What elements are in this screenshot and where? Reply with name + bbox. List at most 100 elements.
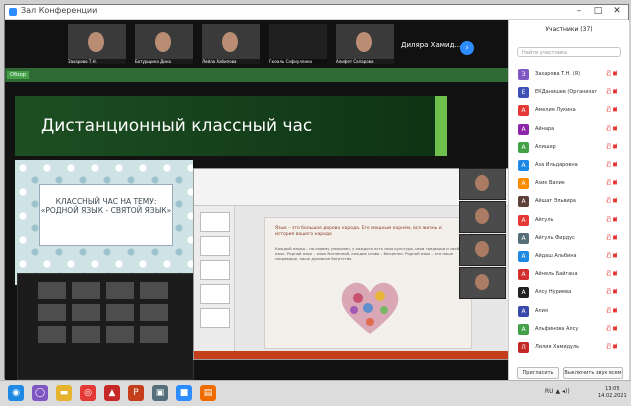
avatar: А xyxy=(518,196,529,208)
avatar: Л xyxy=(518,342,529,353)
topic-card: КЛАССНЫЙ ЧАС НА ТЕМУ: «РОДНОЙ ЯЗЫК - СВЯ… xyxy=(39,184,173,246)
participant-row[interactable]: А Айшат Эльвира 🎙̸ ◼̸ xyxy=(509,193,629,211)
participant-row[interactable]: А Амелия Лукина 🎙̸ ◼̸ xyxy=(509,102,629,120)
participant-row[interactable]: А Айнель Байгана 🎙̸ ◼̸ xyxy=(509,266,629,284)
powerpoint-icon[interactable]: P xyxy=(128,385,144,401)
avatar xyxy=(475,175,489,191)
muted-mic-icon[interactable]: 🎙̸ ◼̸ xyxy=(607,125,618,132)
muted-mic-icon[interactable]: 🎙̸ ◼̸ xyxy=(607,197,618,204)
slide-thumbnail[interactable] xyxy=(200,308,230,328)
muted-mic-icon[interactable]: 🎙̸ ◼̸ xyxy=(607,179,618,186)
video-tile[interactable] xyxy=(459,201,506,233)
system-tray[interactable]: RU ▲ ◂)) xyxy=(545,388,570,395)
participant-search-input[interactable]: Найти участника xyxy=(517,47,621,57)
avatar xyxy=(222,32,238,52)
video-tile[interactable] xyxy=(459,267,506,299)
minimize-icon[interactable]: – xyxy=(570,5,588,18)
side-video-column xyxy=(455,168,508,299)
video-tile[interactable]: Гюзаль Сафиуллина xyxy=(269,24,327,64)
video-tile[interactable]: Лейла Хабипова xyxy=(202,24,260,64)
video-tile[interactable] xyxy=(459,168,506,200)
mini-video-tile xyxy=(140,304,168,321)
view-options-button[interactable]: Обзор xyxy=(7,71,29,79)
slide-thumbnail[interactable] xyxy=(200,284,230,304)
participant-row[interactable]: А Алия 🎙̸ ◼̸ xyxy=(509,303,629,321)
mute-all-button[interactable]: Выключить звук всем xyxy=(563,367,623,379)
video-tile[interactable] xyxy=(459,234,506,266)
avatar: А xyxy=(518,232,529,244)
windows-taskbar: ◉ ◯ ▬ ◎ ▲ P ▣ ■ ▤ RU ▲ ◂)) 13:05 14.02.2021 xyxy=(0,380,631,406)
title-bar: Зал Конференции – □ ✕ xyxy=(5,5,628,20)
muted-mic-icon[interactable]: 🎙̸ ◼̸ xyxy=(607,325,618,332)
participant-row[interactable]: А Азик Валик 🎙̸ ◼̸ xyxy=(509,175,629,193)
browser-icon[interactable]: ◯ xyxy=(32,385,48,401)
current-slide: Язык – это большое дерево народа. Его мо… xyxy=(264,217,472,349)
participant-row[interactable]: А Алишер 🎙̸ ◼̸ xyxy=(509,139,629,157)
muted-mic-icon[interactable]: 🎙̸ ◼̸ xyxy=(607,88,618,95)
slide-title: Дистанционный классный час xyxy=(41,116,313,136)
maximize-icon[interactable]: □ xyxy=(589,5,607,18)
clock[interactable]: 13:05 14.02.2021 xyxy=(598,386,627,400)
slide-thumbnail[interactable] xyxy=(200,260,230,280)
muted-mic-icon[interactable]: 🎙̸ ◼̸ xyxy=(607,234,618,241)
participant-name: Айдаш Альбина xyxy=(535,253,577,259)
participant-row[interactable]: З Захарова Т.Н. (Я) 🎙̸ ◼̸ xyxy=(509,66,629,84)
participant-name: Амелия Лукина xyxy=(535,107,576,114)
muted-mic-icon[interactable]: 🎙̸ ◼̸ xyxy=(607,161,618,168)
acrobat-icon[interactable]: ▲ xyxy=(104,385,120,401)
avatar: А xyxy=(518,323,529,335)
shared-screen: Обзор Дистанционный классный час КЛАССНЫ… xyxy=(5,68,509,380)
start-icon[interactable]: ◉ xyxy=(8,385,24,401)
participant-name: Айнара xyxy=(535,125,555,132)
muted-mic-icon[interactable]: 🎙̸ ◼̸ xyxy=(607,307,618,314)
participant-name: Захарова Т.Н. (Я) xyxy=(535,71,581,77)
participant-name: Айшат Эльвира xyxy=(535,198,576,205)
participant-row[interactable]: Е ЕКДанишев (Организатор) 🎙̸ ◼̸ xyxy=(509,84,629,102)
avatar xyxy=(88,32,104,52)
invite-button[interactable]: Пригласить xyxy=(517,367,559,379)
zoom-icon[interactable]: ■ xyxy=(176,385,192,401)
muted-mic-icon[interactable]: 🎙̸ ◼̸ xyxy=(607,143,618,150)
video-tile[interactable]: Алифет Сапарова xyxy=(336,24,394,64)
participant-row[interactable]: А Айгуль Фирдус 🎙̸ ◼̸ xyxy=(509,230,629,248)
nested-zoom-gallery xyxy=(17,273,194,380)
avatar: А xyxy=(518,178,529,190)
participant-name: Захарова Т.Н. xyxy=(68,59,126,64)
muted-mic-icon[interactable]: 🎙̸ ◼̸ xyxy=(607,70,618,77)
participant-row[interactable]: А Альфинова Алсу 🎙̸ ◼̸ xyxy=(509,321,629,339)
media-icon[interactable]: ▣ xyxy=(152,385,168,401)
participant-row[interactable]: А Аза Ильдаровна 🎙̸ ◼̸ xyxy=(509,157,629,175)
slide-accent xyxy=(435,96,447,156)
participant-row[interactable]: А Алсу Нуриева 🎙̸ ◼̸ xyxy=(509,284,629,302)
slide-thumbnail[interactable] xyxy=(200,236,230,256)
avatar: А xyxy=(518,251,529,262)
muted-mic-icon[interactable]: 🎙̸ ◼̸ xyxy=(607,216,618,223)
participant-name: ЕКДанишев (Организатор) xyxy=(535,89,597,96)
participant-name: Алия xyxy=(535,307,548,314)
chrome-icon[interactable]: ◎ xyxy=(80,385,96,401)
topic-text: КЛАССНЫЙ ЧАС НА ТЕМУ: «РОДНОЙ ЯЗЫК - СВЯ… xyxy=(40,197,172,215)
participant-row[interactable]: А Айгуль 🎙̸ ◼̸ xyxy=(509,212,629,230)
muted-mic-icon[interactable]: 🎙̸ ◼̸ xyxy=(607,343,618,350)
slide-body: Каждый народ – по-своему уникален, у каж… xyxy=(275,246,460,261)
video-gallery-strip: Захарова Т.Н. Ботурщина Дина Лейла Хабип… xyxy=(5,20,508,68)
app-icon[interactable]: ▤ xyxy=(200,385,216,401)
clock-date: 14.02.2021 xyxy=(598,393,627,399)
zoom-window: Зал Конференции – □ ✕ Захарова Т.Н. Боту… xyxy=(4,4,629,380)
video-tile[interactable]: Ботурщина Дина xyxy=(135,24,193,64)
explorer-icon[interactable]: ▬ xyxy=(56,385,72,401)
slide-thumbnail[interactable] xyxy=(200,212,230,232)
close-icon[interactable]: ✕ xyxy=(608,5,626,18)
participant-row[interactable]: А Айнара 🎙̸ ◼̸ xyxy=(509,121,629,139)
participant-row[interactable]: Л Лилия Хамидуль 🎙̸ ◼̸ xyxy=(509,339,629,357)
avatar: А xyxy=(518,269,529,281)
muted-mic-icon[interactable]: 🎙̸ ◼̸ xyxy=(607,106,618,113)
participant-row[interactable]: А Айдаш Альбина 🎙̸ ◼̸ xyxy=(509,248,629,266)
chevron-right-icon[interactable]: › xyxy=(460,41,474,55)
video-tile[interactable]: Захарова Т.Н. xyxy=(68,24,126,64)
participants-panel: Участники (37) Найти участника З Захарова… xyxy=(508,20,629,380)
muted-mic-icon[interactable]: 🎙̸ ◼̸ xyxy=(607,270,618,277)
avatar: А xyxy=(518,287,529,299)
muted-mic-icon[interactable]: 🎙̸ ◼̸ xyxy=(607,252,618,259)
muted-mic-icon[interactable]: 🎙̸ ◼̸ xyxy=(607,288,618,295)
